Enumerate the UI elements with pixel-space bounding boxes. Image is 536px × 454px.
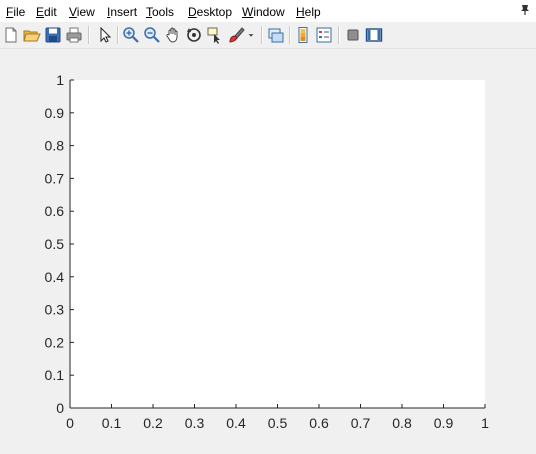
- menu-help[interactable]: Help: [296, 4, 321, 20]
- menu-tools[interactable]: Tools: [146, 4, 174, 20]
- figure-canvas: 0 0.1 0.2 0.3 0.4 0.5 0.6 0.7 0.8 0.9 1 0 0.1 0.2 0.3…: [0, 49, 536, 454]
- menu-window[interactable]: Window: [242, 4, 285, 20]
- rotate-3d-button[interactable]: [184, 25, 204, 45]
- new-figure-button[interactable]: [1, 25, 21, 45]
- edit-plot-button[interactable]: [95, 25, 115, 45]
- y-tick-label: 0.6: [45, 203, 65, 219]
- menu-view[interactable]: View: [69, 4, 95, 20]
- zoom-in-icon: [123, 27, 139, 43]
- rotate-3d-icon: [187, 28, 201, 42]
- x-tick-label: 0.5: [268, 415, 288, 431]
- brush-dropdown-button[interactable]: [246, 25, 256, 45]
- figure-toolbar: [0, 22, 536, 49]
- y-tick-label: 0.1: [45, 367, 65, 383]
- pan-icon: [166, 27, 178, 43]
- brush-dropdown-icon: [248, 34, 254, 37]
- link-plot-icon: [268, 28, 284, 43]
- y-tick-label: 1: [56, 72, 64, 88]
- open-file-button[interactable]: [22, 25, 42, 45]
- y-tick-label: 0.9: [45, 105, 65, 121]
- show-plot-tools-button[interactable]: [364, 25, 384, 45]
- toolbar-separator: [338, 26, 340, 44]
- insert-legend-button[interactable]: [314, 25, 334, 45]
- pan-button[interactable]: [163, 25, 183, 45]
- brush-button[interactable]: [226, 25, 246, 45]
- x-tick-label: 0.8: [392, 415, 412, 431]
- x-tick-label: 0.7: [351, 415, 371, 431]
- toolbar-separator: [88, 26, 90, 44]
- x-tick-label: 0.6: [309, 415, 329, 431]
- toolbar-separator: [289, 26, 291, 44]
- hide-plot-tools-icon: [347, 29, 359, 41]
- zoom-in-button[interactable]: [121, 25, 141, 45]
- y-tick-label: 0: [56, 400, 64, 416]
- menu-file[interactable]: File: [6, 4, 25, 20]
- new-figure-icon: [5, 27, 17, 43]
- menu-bar: File Edit View Insert Tools Desktop Wind…: [0, 0, 536, 22]
- print-figure-icon: [66, 27, 82, 43]
- link-plot-button[interactable]: [266, 25, 286, 45]
- menu-edit[interactable]: Edit: [36, 4, 57, 20]
- menu-insert[interactable]: Insert: [107, 4, 137, 20]
- y-tick-label: 0.8: [45, 138, 65, 154]
- y-tick-label: 0.2: [45, 334, 65, 350]
- save-figure-icon: [45, 27, 61, 43]
- y-tick-label: 0.5: [45, 236, 65, 252]
- open-file-icon: [23, 30, 41, 42]
- x-tick-label: 0: [66, 415, 74, 431]
- x-tick-label: 1: [481, 415, 489, 431]
- menu-desktop[interactable]: Desktop: [188, 4, 232, 20]
- dock-pin-icon[interactable]: [520, 4, 530, 16]
- toolbar-separator: [261, 26, 263, 44]
- brush-icon: [229, 27, 245, 43]
- x-tick-label: 0.9: [434, 415, 454, 431]
- toolbar-separator: [117, 26, 119, 44]
- y-tick-label: 0.3: [45, 302, 65, 318]
- edit-plot-icon: [100, 26, 112, 43]
- show-plot-tools-icon: [365, 28, 383, 42]
- x-tick-label: 0.2: [143, 415, 163, 431]
- data-cursor-button[interactable]: [205, 25, 225, 45]
- zoom-out-button[interactable]: [142, 25, 162, 45]
- colorbar-icon: [298, 27, 308, 43]
- print-figure-button[interactable]: [64, 25, 84, 45]
- x-tick-label: 0.3: [185, 415, 205, 431]
- save-figure-button[interactable]: [43, 25, 63, 45]
- hide-plot-tools-button[interactable]: [343, 25, 363, 45]
- data-cursor-icon: [207, 27, 220, 44]
- y-tick-label: 0.4: [45, 269, 65, 285]
- x-tick-label: 0.4: [226, 415, 246, 431]
- legend-icon: [316, 27, 332, 43]
- axes-background: [70, 80, 485, 408]
- zoom-out-icon: [144, 27, 160, 43]
- y-tick-label: 0.7: [45, 170, 65, 186]
- axes-plot[interactable]: 0 0.1 0.2 0.3 0.4 0.5 0.6 0.7 0.8 0.9 1 0 0.1 0.2 0.3…: [0, 49, 536, 454]
- insert-colorbar-button[interactable]: [293, 25, 313, 45]
- x-tick-label: 0.1: [102, 415, 122, 431]
